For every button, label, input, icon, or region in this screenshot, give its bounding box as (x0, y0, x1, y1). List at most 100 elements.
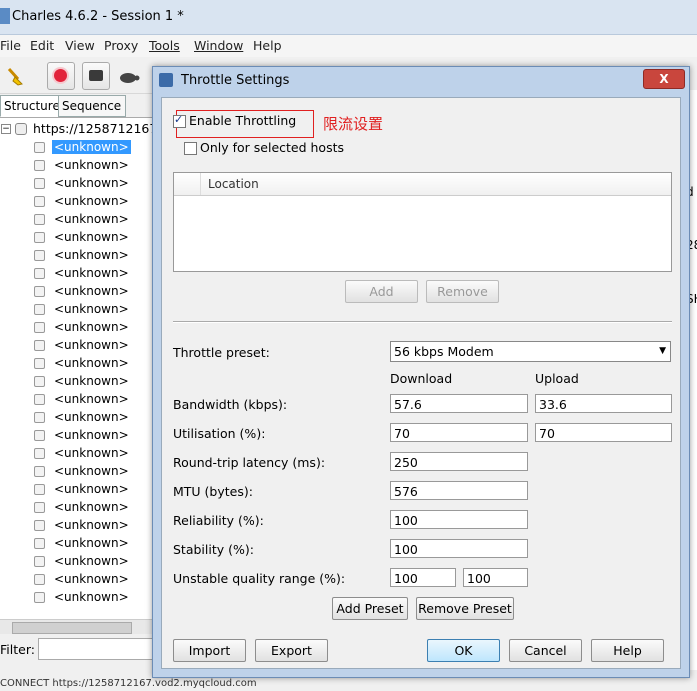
reliability-input[interactable]: 100 (390, 510, 528, 529)
remove-preset-button[interactable]: Remove Preset (416, 597, 514, 620)
unstable-range-max-input[interactable]: 100 (463, 568, 528, 587)
throttle-settings-dialog: Throttle Settings X Enable Throttling 限流… (152, 66, 690, 678)
list-item-label: <unknown> (54, 266, 129, 280)
list-item-label: <unknown> (54, 536, 129, 550)
only-selected-hosts-checkbox[interactable] (184, 142, 197, 155)
structure-tree[interactable]: − https://1258712167.v <unknown> <unknown… (0, 117, 152, 620)
stability-input[interactable]: 100 (390, 539, 528, 558)
list-item-label: <unknown> (54, 302, 129, 316)
annotation-note: 限流设置 (323, 115, 384, 133)
lock-icon (34, 430, 45, 441)
turtle-icon[interactable] (115, 62, 143, 90)
lock-icon (34, 394, 45, 405)
reliability-label: Reliability (%): (173, 513, 264, 528)
lock-icon (34, 484, 45, 495)
menu-tools[interactable]: Tools (149, 38, 180, 53)
list-item-label: <unknown> (54, 248, 129, 262)
ok-button[interactable]: OK (427, 639, 500, 662)
add-location-button[interactable]: Add (345, 280, 418, 303)
list-item-label: <unknown> (54, 572, 129, 586)
throttle-preset-select[interactable]: 56 kbps Modem ▼ (390, 341, 671, 362)
lock-icon (34, 304, 45, 315)
list-item-label: <unknown> (52, 140, 131, 154)
menu-proxy[interactable]: Proxy (104, 38, 138, 53)
close-icon[interactable]: X (643, 69, 685, 89)
filter-row: Filter: (0, 636, 154, 662)
charles-app-icon (0, 8, 10, 24)
add-preset-button[interactable]: Add Preset (332, 597, 408, 620)
throttle-button[interactable] (82, 62, 110, 90)
lock-icon (34, 160, 45, 171)
tab-structure[interactable]: Structure (0, 95, 60, 117)
list-item-label: <unknown> (54, 338, 129, 352)
location-column-header[interactable]: Location (208, 177, 259, 191)
throttle-preset-label: Throttle preset: (173, 345, 270, 360)
bandwidth-upload-input[interactable]: 33.6 (535, 394, 672, 413)
unstable-range-min-input[interactable]: 100 (390, 568, 456, 587)
enable-throttling-checkbox[interactable] (173, 113, 186, 128)
window-title: Charles 4.6.2 - Session 1 * (12, 9, 184, 24)
list-item-label: <unknown> (54, 212, 129, 226)
menu-window[interactable]: Window (194, 38, 243, 53)
record-button[interactable] (47, 62, 75, 90)
list-item-label: <unknown> (54, 320, 129, 334)
broom-icon[interactable] (3, 62, 31, 90)
lock-icon (34, 538, 45, 549)
latency-input[interactable]: 250 (390, 452, 528, 471)
lock-icon (34, 376, 45, 387)
lock-icon (34, 520, 45, 531)
help-button[interactable]: Help (591, 639, 664, 662)
mtu-input[interactable]: 576 (390, 481, 528, 500)
structure-tabs: Structure Sequence (0, 95, 152, 117)
menu-edit[interactable]: Edit (30, 38, 54, 53)
list-item-label: <unknown> (54, 446, 129, 460)
lock-icon (34, 502, 45, 513)
lock-icon (34, 340, 45, 351)
collapse-icon[interactable]: − (1, 124, 11, 134)
lock-icon (34, 250, 45, 261)
cancel-button[interactable]: Cancel (509, 639, 582, 662)
menu-view[interactable]: View (65, 38, 95, 53)
filter-input[interactable] (38, 638, 154, 660)
stability-label: Stability (%): (173, 542, 254, 557)
lock-icon (34, 556, 45, 567)
throttle-preset-value: 56 kbps Modem (394, 344, 494, 359)
unstable-range-label: Unstable quality range (%): (173, 571, 346, 586)
lock-icon (34, 178, 45, 189)
lock-icon (34, 412, 45, 423)
location-table-header: Location (174, 173, 671, 196)
location-table[interactable]: Location (173, 172, 672, 272)
list-item-label: <unknown> (54, 392, 129, 406)
lock-icon (34, 196, 45, 207)
status-bar: CONNECT https://1258712167.vod2.myqcloud… (0, 676, 697, 691)
lock-icon (34, 358, 45, 369)
lock-icon (34, 466, 45, 477)
lock-icon (34, 322, 45, 333)
list-item-label: <unknown> (54, 194, 129, 208)
bandwidth-download-input[interactable]: 57.6 (390, 394, 528, 413)
import-button[interactable]: Import (173, 639, 246, 662)
dialog-title-bar: Throttle Settings X (153, 67, 689, 93)
utilisation-upload-input[interactable]: 70 (535, 423, 672, 442)
export-button[interactable]: Export (255, 639, 328, 662)
menu-file[interactable]: File (0, 38, 21, 53)
only-selected-hosts-label[interactable]: Only for selected hosts (200, 140, 344, 155)
enable-throttling-label[interactable]: Enable Throttling (189, 113, 296, 128)
list-item-label: <unknown> (54, 482, 129, 496)
lock-icon (34, 286, 45, 297)
utilisation-download-input[interactable]: 70 (390, 423, 528, 442)
list-item-label: <unknown> (54, 590, 129, 604)
filter-label: Filter: (0, 642, 35, 657)
lock-icon (34, 592, 45, 603)
upload-header: Upload (535, 371, 579, 386)
remove-location-button[interactable]: Remove (426, 280, 499, 303)
lock-icon (15, 123, 27, 135)
host-label: https://1258712167.v (33, 121, 152, 136)
menu-help[interactable]: Help (253, 38, 282, 53)
menu-bar: File Edit View Proxy Tools Window Help (0, 35, 697, 57)
bandwidth-label: Bandwidth (kbps): (173, 397, 288, 412)
horizontal-scrollbar[interactable] (0, 619, 152, 634)
utilisation-label: Utilisation (%): (173, 426, 266, 441)
scrollbar-thumb[interactable] (12, 622, 132, 634)
tab-sequence[interactable]: Sequence (58, 95, 126, 117)
